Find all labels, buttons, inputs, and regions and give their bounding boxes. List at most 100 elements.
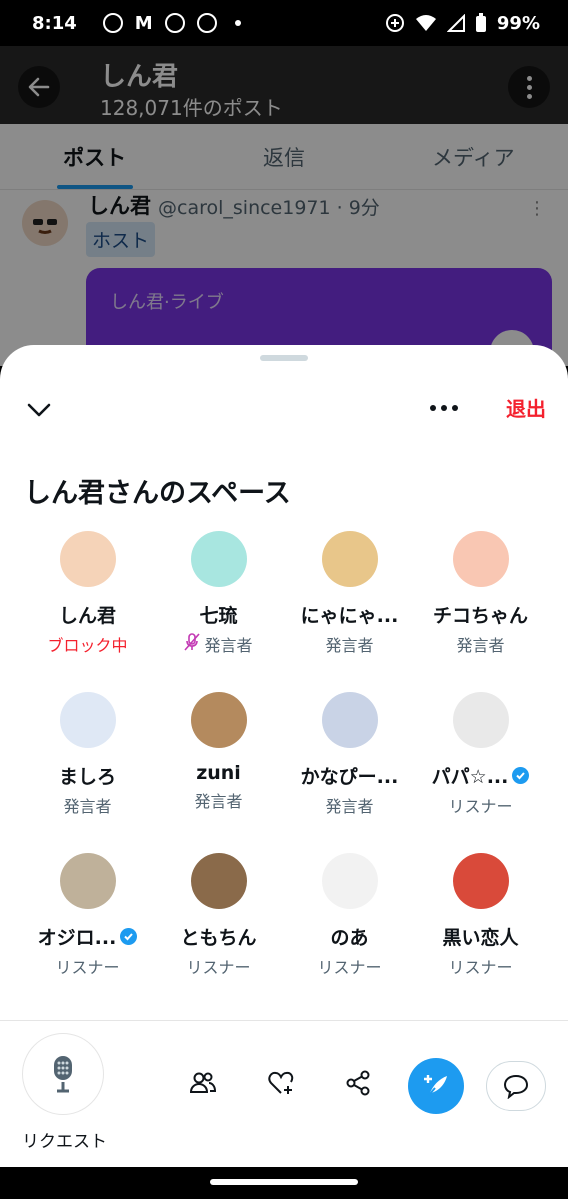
feather-plus-icon [424,1075,447,1096]
share-button[interactable] [344,1069,372,1101]
leave-button[interactable]: 退出 [506,393,546,422]
system-nav-bar [0,1167,568,1199]
participant-name: ましろ [59,762,116,789]
participant-name: かなぴー... [301,762,399,789]
avatar[interactable] [321,853,378,909]
avatar[interactable] [59,853,116,909]
participant-role-text: リスナー [186,958,251,977]
avatar[interactable] [59,692,116,748]
muted-mic-icon [184,633,201,655]
wifi-icon [415,15,436,31]
avatar[interactable] [59,531,116,587]
participant-name: ともちん [180,923,256,950]
status-bar: 8:14 M 99% [0,0,568,46]
react-button[interactable] [267,1069,295,1101]
avatar[interactable] [321,692,378,748]
avatar[interactable] [452,692,509,748]
participant-name-text: かなぴー... [300,766,399,788]
microphone-icon [54,1056,72,1093]
collapse-button[interactable] [26,397,52,427]
participant-name-text: ともちん [180,927,257,949]
compose-button[interactable] [408,1058,464,1114]
participant-name-text: ましろ [58,766,116,788]
participant[interactable]: にゃにゃ... 発言者 [284,525,415,686]
participant-role-text: 発言者 [194,792,243,811]
participant-name-text: チコちゃん [432,605,528,627]
participant-role: ブロック中 [47,632,127,656]
chat-button[interactable] [486,1061,546,1111]
avatar[interactable] [452,853,509,909]
participant[interactable]: ましろ 発言者 [22,686,153,847]
participants-button[interactable] [188,1069,217,1101]
participant[interactable]: パパ☆... リスナー [415,686,546,847]
request-mic-button[interactable] [22,1033,104,1115]
participant[interactable]: 七琉発言者 [153,525,284,686]
participant[interactable]: しん君 ブロック中 [22,525,153,686]
verified-badge-icon [512,767,530,784]
chrome-icon-2 [196,13,217,33]
chevron-down-icon [27,403,51,417]
speech-bubble-icon [503,1074,529,1099]
home-gesture-bar[interactable] [210,1179,358,1185]
participant-role-text: 発言者 [325,636,374,655]
avatar[interactable] [452,531,509,587]
avatar[interactable] [190,692,247,748]
divider [0,1020,568,1021]
participant[interactable]: かなぴー... 発言者 [284,686,415,847]
avatar[interactable] [321,531,378,587]
participant-role: 発言者 [63,793,111,817]
participant-role: リスナー [448,954,512,978]
participant-role: 発言者 [325,793,373,817]
participant-role-text: 発言者 [63,797,112,816]
participant-name: チコちゃん [433,601,528,628]
participant-name-text: パパ☆... [431,766,509,788]
people-icon [189,1072,217,1093]
participant-name: 七琉 [199,601,237,628]
participant-role: 発言者 [456,632,504,656]
participant-name: 黒い恋人 [442,923,518,950]
participant-role-text: リスナー [55,958,120,977]
participant-role-text: リスナー [317,958,382,977]
participant-name-text: オジロ... [37,927,117,949]
participant-role-text: リスナー [448,958,513,977]
data-saver-icon [385,14,404,32]
participant[interactable]: のあ リスナー [284,847,415,1008]
participant[interactable]: zuni 発言者 [153,686,284,847]
battery-icon [475,13,486,32]
participant-name-text: 七琉 [199,605,238,627]
participant[interactable]: 黒い恋人 リスナー [415,847,546,1008]
verified-badge-icon [120,928,138,945]
participant-role: 発言者 [325,632,373,656]
participant-role: リスナー [186,954,250,978]
chrome-icon [164,13,185,33]
participant-name-text: のあ [330,927,369,949]
participant-role: 発言者 [184,632,253,656]
participant[interactable]: ともちん リスナー [153,847,284,1008]
participant-role-text: 発言者 [204,636,253,655]
participant-name-text: zuni [196,762,241,784]
participant-name-text: 黒い恋人 [442,927,519,949]
participant-name-text: にゃにゃ... [300,605,399,627]
participant-name: オジロ... [38,923,138,950]
participant[interactable]: チコちゃん 発言者 [415,525,546,686]
participant[interactable]: オジロ... リスナー [22,847,153,1008]
status-time: 8:14 [32,12,77,34]
notification-icon [102,13,123,33]
gmail-icon: M [134,12,153,34]
avatar[interactable] [190,853,247,909]
participant-name: のあ [330,923,368,950]
dim-overlay[interactable] [0,46,568,366]
participant-role: リスナー [317,954,381,978]
more-options-horizontal-icon[interactable] [430,405,458,411]
participant-name: にゃにゃ... [301,601,399,628]
participant-role-text: 発言者 [456,636,505,655]
participant-name: zuni [196,762,241,784]
more-notifications-icon [234,20,241,26]
participant-role: リスナー [448,793,512,817]
space-sheet: 退出 しん君さんのスペース しん君 ブロック中 七琉 発言者 にゃにゃ... 発言者 チコち… [0,345,568,1167]
sheet-grabber[interactable] [260,355,308,361]
participant-role: 発言者 [194,788,242,812]
participant-role-text: ブロック中 [47,636,128,655]
avatar[interactable] [190,531,247,587]
space-title: しん君さんのスペース [24,478,291,509]
